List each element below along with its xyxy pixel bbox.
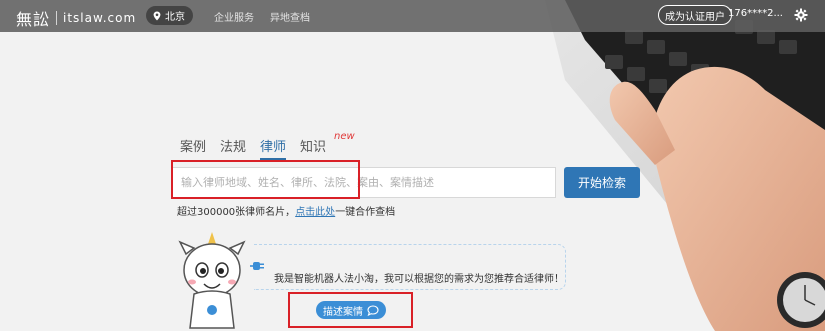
hint-prefix: 超过300000张律师名片，	[177, 207, 296, 218]
city-selector[interactable]: 北京	[146, 6, 193, 25]
gear-icon[interactable]	[794, 8, 808, 22]
lawyer-search-input[interactable]	[172, 167, 556, 198]
tab-regulations[interactable]: 法规	[220, 136, 246, 160]
tab-cases[interactable]: 案例	[180, 136, 206, 160]
new-badge: new	[334, 131, 355, 142]
nav-remote-archive[interactable]: 异地查档	[270, 9, 310, 24]
describe-case-button[interactable]: 描述案情	[316, 301, 386, 319]
describe-case-label: 描述案情	[323, 306, 363, 318]
hint-click-here-link[interactable]: 点击此处	[295, 207, 335, 218]
user-account-menu[interactable]: 176****2...	[728, 8, 783, 19]
city-label: 北京	[165, 12, 185, 23]
lawyer-card-hint: 超过300000张律师名片，点击此处一键合作查档	[177, 203, 395, 218]
chat-bubble-icon	[367, 304, 379, 316]
logo-domain: itslaw.com	[63, 11, 137, 25]
plug-icon	[250, 262, 264, 270]
tab-lawyers[interactable]: 律师	[260, 136, 287, 160]
search-category-tabs: 案例 法规 律师 知识	[180, 136, 326, 160]
robot-message: 我是智能机器人法小淘，我可以根据您的需求为您推荐合适律师！	[274, 274, 564, 285]
site-logo[interactable]: 無訟 itslaw.com	[16, 6, 136, 30]
tab-knowledge[interactable]: 知识	[300, 136, 326, 160]
top-nav-bar: 無訟 itslaw.com 北京 企业服务 异地查档 成为认证用户 176***…	[0, 0, 825, 32]
start-search-button[interactable]: 开始检索	[564, 167, 640, 198]
logo-mark: 無訟	[16, 10, 51, 29]
robot-mascot-image	[178, 232, 248, 331]
location-pin-icon	[153, 11, 161, 20]
become-verified-button[interactable]: 成为认证用户	[658, 5, 732, 25]
logo-divider	[56, 11, 58, 25]
nav-enterprise-services[interactable]: 企业服务	[214, 9, 254, 24]
hint-suffix: 一键合作查档	[335, 207, 396, 218]
